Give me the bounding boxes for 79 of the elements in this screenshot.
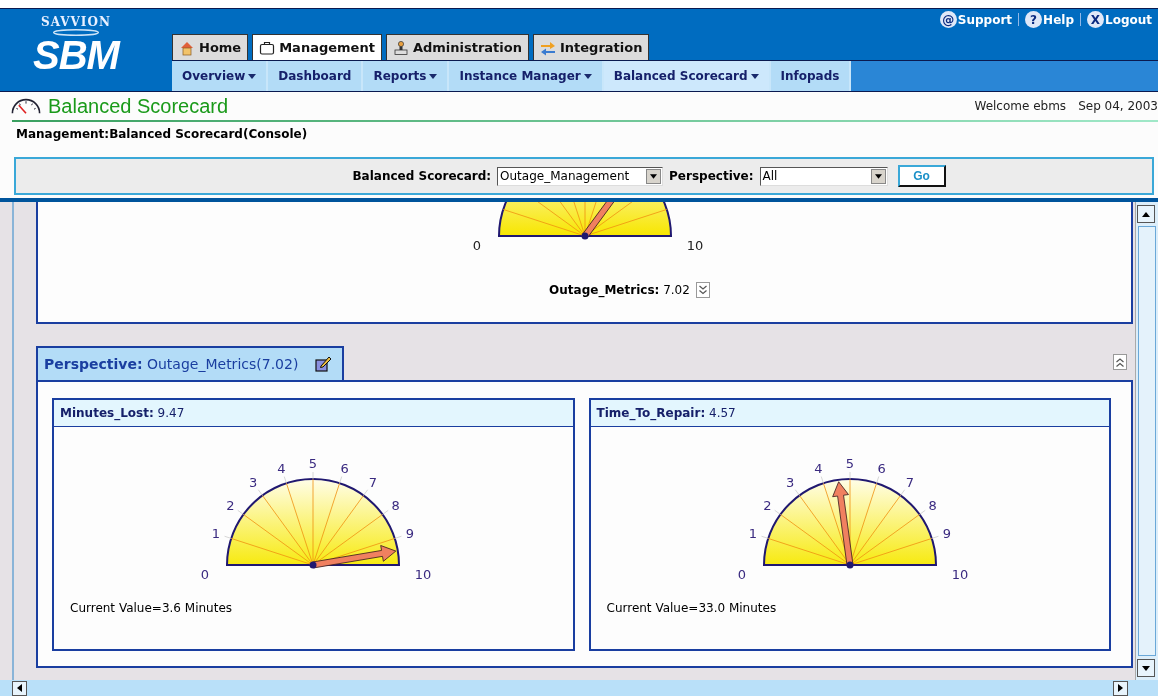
person-icon: [392, 39, 409, 56]
horizontal-scrollbar[interactable]: [0, 680, 1158, 696]
scale-label: 0: [737, 567, 746, 582]
scale-label: 10: [686, 238, 703, 253]
nav-tab[interactable]: Home: [172, 34, 249, 61]
scale-label: 8: [928, 498, 937, 514]
caret-icon: [248, 73, 257, 79]
scale-label: 6: [340, 461, 349, 476]
menu-item[interactable]: Instance Manager: [449, 61, 604, 91]
swoosh-icon: [51, 29, 101, 36]
scale-label: 5: [845, 456, 854, 471]
scale-label: 2: [763, 498, 772, 514]
logo: SBM: [33, 36, 119, 74]
vertical-scrollbar[interactable]: [1135, 202, 1158, 680]
house-icon: [179, 39, 195, 56]
scale-label: 2: [226, 498, 235, 514]
perspective-dropdown[interactable]: All: [759, 166, 888, 186]
breadcrumb: Management:Balanced Scorecard(Console): [15, 126, 309, 143]
down-arrow-icon[interactable]: [1142, 665, 1150, 671]
scale-label: 9: [406, 526, 415, 542]
up-arrow-icon[interactable]: [1142, 211, 1150, 217]
scale-label: 1: [212, 526, 221, 542]
menu-item[interactable]: Overview: [172, 61, 269, 91]
perspective-tab[interactable]: Perspective: Outage_Metrics(7.02): [36, 346, 345, 380]
scale-label: 5: [309, 456, 318, 471]
scorecard-dropdown[interactable]: Outage_Management: [497, 166, 664, 186]
edit-icon[interactable]: [314, 355, 333, 373]
scale-label: 7: [369, 475, 378, 491]
briefcase-icon: [259, 39, 276, 56]
left-arrow-icon[interactable]: [17, 684, 22, 692]
scale-label: 0: [472, 238, 481, 253]
needle-pivot: [309, 561, 317, 569]
right-arrow-icon[interactable]: [1118, 684, 1123, 692]
header-link[interactable]: @ Support: [939, 11, 1013, 28]
page-title: Balanced Scorecard: [48, 94, 229, 118]
metric-title: Time_To_Repair: 4.57: [596, 406, 736, 420]
scale-label: 8: [391, 498, 400, 514]
metric-summary: Outage_Metrics: 7.02: [549, 283, 690, 297]
field-label: Balanced Scorecard:: [352, 169, 492, 183]
scale-label: 10: [951, 567, 968, 582]
caret-icon: [874, 173, 882, 179]
scale-label: 9: [942, 526, 951, 542]
expand-icon[interactable]: [695, 282, 710, 298]
perspective-title: Perspective: Outage_Metrics(7.02): [44, 356, 299, 372]
menu-item[interactable]: Infopads: [770, 61, 852, 91]
needle-pivot: [581, 232, 588, 240]
scale-label: 3: [249, 475, 258, 491]
header-link[interactable]: X Logout: [1087, 11, 1152, 28]
menu-item[interactable]: Balanced Scorecard: [603, 61, 771, 91]
caret-icon: [583, 73, 592, 79]
caret-icon: [750, 73, 759, 79]
nav-tab[interactable]: Administration: [385, 34, 529, 61]
scale-label: 3: [785, 475, 794, 491]
go-button[interactable]: Go: [897, 165, 946, 187]
menu-item[interactable]: Dashboard: [268, 61, 364, 91]
scale-label: 1: [748, 526, 757, 542]
nav-tab[interactable]: Management: [252, 34, 382, 61]
collapse-icon[interactable]: [1113, 354, 1127, 370]
metric-title: Minutes_Lost: 9.47: [60, 406, 185, 420]
field-label: Perspective:: [669, 169, 754, 183]
logo-subtitle: SAVVION: [41, 15, 111, 29]
scale-label: 7: [905, 475, 914, 491]
caret-icon: [429, 73, 438, 79]
current-value: Current Value=33.0 Minutes: [606, 601, 777, 615]
needle-pivot: [846, 561, 854, 569]
current-value: Current Value=3.6 Minutes: [70, 601, 233, 615]
scale-label: 0: [201, 567, 210, 582]
gauge-icon: [10, 96, 42, 116]
header-link[interactable]: ? Help: [1025, 11, 1074, 28]
scale-label: 4: [814, 461, 823, 476]
date-text: Sep 04, 2003: [1078, 99, 1158, 113]
scale-label: 10: [415, 567, 432, 582]
welcome-text: Welcome ebms: [974, 99, 1067, 113]
scale-label: 6: [877, 461, 886, 476]
nav-tab[interactable]: Integration: [532, 34, 650, 61]
arrows-icon: [539, 39, 556, 56]
scale-label: 4: [277, 461, 286, 476]
caret-icon: [650, 173, 658, 179]
menu-item[interactable]: Reports: [363, 61, 450, 91]
